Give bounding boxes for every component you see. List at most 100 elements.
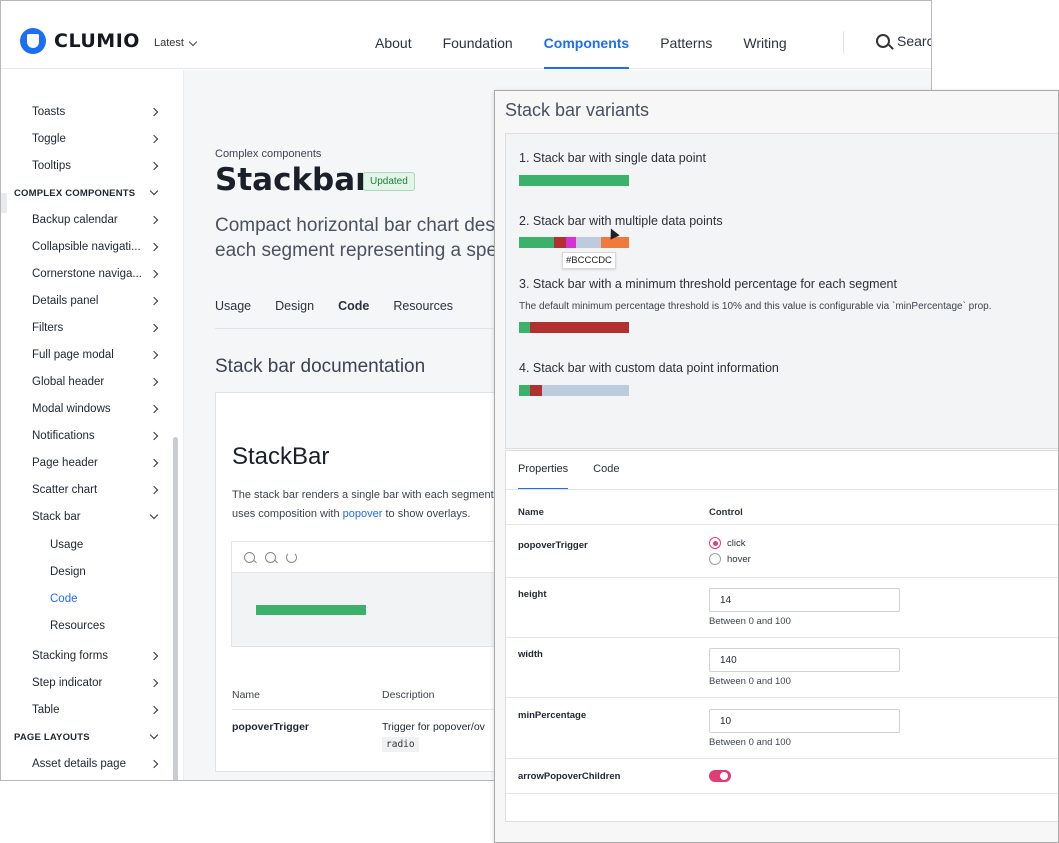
sidebar-subitem-code[interactable]: Code [50,591,175,607]
sidebar-item-collapsible-navigati[interactable]: Collapsible navigati... [32,239,159,255]
segment-tooltip: #BCCCDC [562,252,616,269]
sidebar-item-asset-details-page[interactable]: Asset details page [32,756,159,772]
prop-popover-trigger: popoverTrigger [518,540,588,551]
min-percentage-input[interactable]: 10 [709,709,900,733]
row-divider [506,697,1058,698]
search-button[interactable]: Searc [876,33,931,49]
nav-about[interactable]: About [375,35,412,69]
popover-link[interactable]: popover [343,508,383,520]
properties-panel: Properties Code Name Control popoverTrig… [505,450,1058,822]
tab-usage[interactable]: Usage [215,299,251,327]
tab-code[interactable]: Code [338,299,369,327]
sidebar-item-label: Cornerstone naviga... [32,268,142,280]
variant-3-segment-red[interactable] [530,322,629,333]
sidebar-item-table[interactable]: Table [32,702,159,718]
version-select[interactable]: Latest [154,37,198,49]
chevron-down-icon [188,37,198,46]
zoom-out-icon[interactable] [265,551,276,563]
tab-properties[interactable]: Properties [518,463,569,490]
sidebar-item-label: Stack bar [32,511,81,523]
chevron-right-icon [149,269,159,279]
tab-resources[interactable]: Resources [393,299,453,327]
sidebar-section-page-layouts[interactable]: PAGE LAYOUTS [14,729,159,745]
nav-components[interactable]: Components [543,35,630,69]
variant-3-segment-green[interactable] [519,322,530,333]
version-label: Latest [154,37,184,49]
sidebar-item-toggle[interactable]: Toggle [32,131,159,147]
sidebar-item-label: Code [50,593,78,605]
nav-writing[interactable]: Writing [743,35,786,69]
sidebar-item-stacking-forms[interactable]: Stacking forms [32,648,159,664]
preview-stackbar[interactable] [256,605,366,615]
sidebar-section-complex-components[interactable]: COMPLEX COMPONENTS [14,185,159,201]
sidebar-item-stack-bar[interactable]: Stack bar [32,509,159,525]
arrow-popover-toggle[interactable] [709,770,731,782]
table-header-name: Name [232,689,261,701]
chevron-down-icon [149,730,159,740]
sidebar-item-cornerstone-naviga[interactable]: Cornerstone naviga... [32,266,159,282]
variant-2-segment-orange[interactable] [601,237,629,248]
sidebar-scrollbar[interactable] [173,437,178,780]
sidebar-item-label: Asset details page [32,758,126,770]
sidebar-item-modal-windows[interactable]: Modal windows [32,401,159,417]
sidebar-item-full-page-modal[interactable]: Full page modal [32,347,159,363]
chevron-right-icon [149,485,159,495]
sidebar-subitem-design[interactable]: Design [50,564,175,580]
logo[interactable]: CLUMIO [20,28,140,54]
variant-1-bar[interactable] [519,175,629,186]
radio-click[interactable]: click [709,537,745,549]
radio-hover-circle[interactable] [709,553,721,565]
sidebar-item-label: Filters [32,322,64,334]
sidebar-item-label: Details panel [32,295,99,307]
sidebar-item-label: Notifications [32,430,95,442]
doc-card: StackBar The stack bar renders a single … [215,392,521,772]
sidebar-item-details-panel[interactable]: Details panel [32,293,159,309]
prop-width: width [518,649,543,660]
variant-2-segment-red[interactable] [554,237,566,248]
preview-toolbar [232,542,520,573]
height-input[interactable]: 14 [709,588,900,612]
chevron-down-icon [149,186,159,196]
chevron-right-icon [149,134,159,144]
radio-hover[interactable]: hover [709,553,751,565]
variant-4-segment-grey[interactable] [542,385,629,396]
chevron-down-icon [149,510,159,520]
table-cell-description: Trigger for popover/ov radio [382,721,485,752]
sidebar-item-label: Step indicator [32,677,103,689]
variant-4-segment-red[interactable] [530,385,542,396]
sidebar-item-global-header[interactable]: Global header [32,374,159,390]
zoom-in-icon[interactable] [244,551,255,563]
radio-click-circle[interactable] [709,537,721,549]
sidebar-item-label: Table [32,704,60,716]
variant-2-segment-magenta[interactable] [566,237,576,248]
tabs-divider [506,489,1058,490]
reset-zoom-icon[interactable] [286,551,297,563]
variant-4-segment-green[interactable] [519,385,530,396]
sidebar-subitem-usage[interactable]: Usage [50,537,175,553]
sidebar-subitem-resources[interactable]: Resources [50,618,175,634]
sidebar-item-backup-calendar[interactable]: Backup calendar [32,212,159,228]
sidebar-item-step-indicator[interactable]: Step indicator [32,675,159,691]
tab-code[interactable]: Code [593,463,619,490]
type-chip: radio [382,737,419,752]
tab-design[interactable]: Design [275,299,314,327]
table-cell-name: popoverTrigger [232,721,310,733]
sidebar-item-notifications[interactable]: Notifications [32,428,159,444]
clumio-logo-icon [20,28,46,54]
sidebar-item-filters[interactable]: Filters [32,320,159,336]
variant-2-segment-green[interactable] [519,237,554,248]
sidebar-item-label: Design [50,566,86,578]
sidebar-item-scatter-chart[interactable]: Scatter chart [32,482,159,498]
sidebar-item-page-header[interactable]: Page header [32,455,159,471]
sidebar-item-label: Resources [50,620,105,632]
sidebar-item-label: Backup calendar [32,214,118,226]
page-tabs: Usage Design Code Resources [215,299,477,327]
nav-patterns[interactable]: Patterns [660,35,712,69]
sidebar-item-tooltips[interactable]: Tooltips [32,158,159,174]
nav-foundation[interactable]: Foundation [443,35,513,69]
variant-2-segment-grey[interactable] [576,237,601,248]
storybook-window: Stack bar variants 1. Stack bar with sin… [494,90,1059,843]
sidebar-item-toasts[interactable]: Toasts [32,104,159,120]
width-input[interactable]: 140 [709,648,900,672]
chevron-right-icon [149,759,159,769]
